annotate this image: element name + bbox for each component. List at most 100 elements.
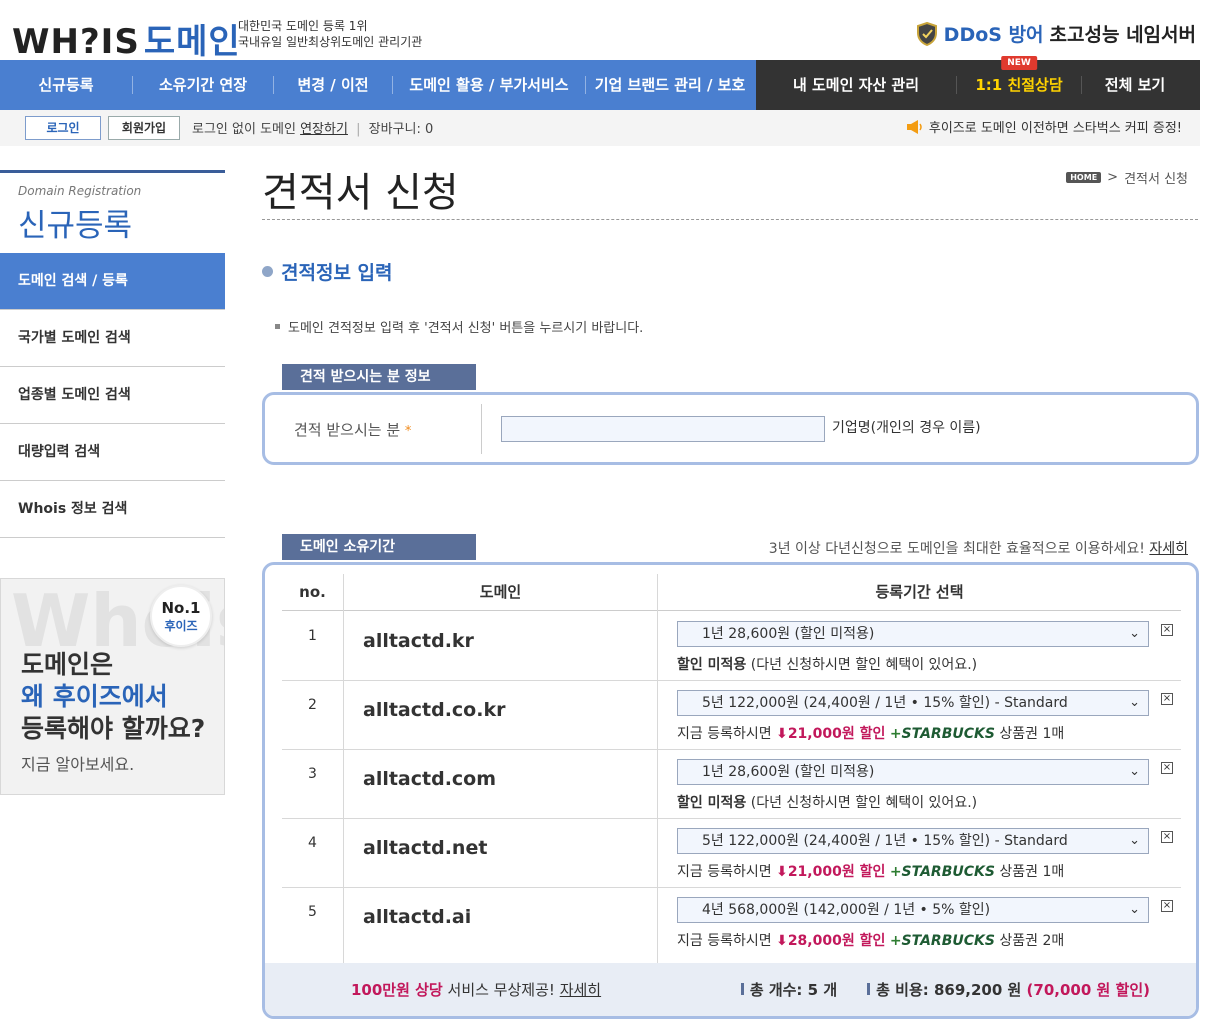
period-select[interactable]: 1년 28,600원 (할인 미적용) ⌄ (677, 759, 1149, 785)
row-no: 1 (308, 628, 317, 644)
remove-icon[interactable]: × (1161, 624, 1173, 636)
row-note: 할인 미적용 (다년 신청하시면 할인 혜택이 있어요.) (677, 654, 977, 674)
remove-icon[interactable]: × (1161, 831, 1173, 843)
tagline-line-2: 국내유일 일반최상위도메인 관리기관 (238, 35, 423, 49)
sidebar-item-industry-search[interactable]: 업종별 도메인 검색 (0, 367, 225, 424)
login-button[interactable]: 로그인 (25, 116, 101, 140)
nav-change-transfer[interactable]: 변경 / 이전 (274, 60, 392, 110)
table-row: 4 alltactd.net 5년 122,000원 (24,400원 / 1년… (282, 819, 1181, 888)
transfer-promo-text: 후이즈로 도메인 이전하면 스타벅스 커피 증정! (928, 121, 1182, 136)
recipient-section-tab: 견적 받으시는 분 정보 (282, 364, 476, 390)
recipient-hint: 기업명(개인의 경우 이름) (832, 420, 981, 436)
free-service-detail-link[interactable]: 자세히 (560, 981, 601, 999)
period-select[interactable]: 5년 122,000원 (24,400원 / 1년 • 15% 할인) - St… (677, 828, 1149, 854)
main-nav: 신규등록 소유기간 연장 변경 / 이전 도메인 활용 / 부가서비스 기업 브… (0, 56, 1200, 110)
free-service-highlight: 100만원 상당 (351, 981, 443, 999)
recipient-name-input[interactable] (501, 416, 825, 442)
badge-no1: No.1 (161, 599, 201, 617)
sidebar-item-whois-search[interactable]: Whois 정보 검색 (0, 481, 225, 538)
discount-amount: 28,000원 할인 (787, 933, 886, 949)
logo-text: WH?IS (12, 22, 140, 62)
extend-link[interactable]: 연장하기 (300, 122, 348, 137)
row-no: 3 (308, 766, 317, 782)
down-arrow-icon: ⬇ (776, 933, 788, 949)
remove-icon[interactable]: × (1161, 693, 1173, 705)
main-nav-dark: 내 도메인 자산 관리 NEW 1:1 친절상담 전체 보기 (756, 56, 1200, 110)
row-domain: alltactd.ai (363, 906, 472, 928)
transfer-promo[interactable]: 후이즈로 도메인 이전하면 스타벅스 커피 증정! (905, 117, 1182, 136)
multi-year-detail-link[interactable]: 자세히 (1149, 541, 1188, 557)
required-star: * (404, 424, 412, 439)
title-divider (262, 219, 1198, 220)
nav-view-all[interactable]: 전체 보기 (1082, 60, 1188, 110)
breadcrumb-home[interactable]: HOME (1066, 172, 1102, 183)
row-domain: alltactd.com (363, 768, 497, 790)
badge-brand: 후이즈 (164, 619, 198, 633)
section-title-text: 견적정보 입력 (281, 262, 393, 284)
plus-icon: + (889, 726, 902, 742)
shield-icon (916, 21, 937, 46)
discount-amount: 21,000원 할인 (787, 726, 886, 742)
sidebar-title: 신규등록 (18, 208, 133, 244)
starbucks-text: STARBUCKS (901, 933, 995, 949)
period-select[interactable]: 4년 568,000원 (142,000원 / 1년 • 5% 할인) ⌄ (677, 897, 1149, 923)
period-select[interactable]: 5년 122,000원 (24,400원 / 1년 • 15% 할인) - St… (677, 690, 1149, 716)
utility-divider: | (356, 122, 361, 137)
tagline-line-1: 대한민국 도메인 등록 1위 (238, 19, 368, 33)
sidebar-subtitle: Domain Registration (18, 184, 142, 198)
period-select-value: 5년 122,000원 (24,400원 / 1년 • 15% 할인) - St… (702, 695, 1068, 711)
nav-new-registration[interactable]: 신규등록 (0, 60, 132, 110)
discount-amount: 21,000원 할인 (787, 864, 886, 880)
total-count: 총 개수: 5 개 (740, 979, 838, 1000)
period-select-value: 1년 28,600원 (할인 미적용) (702, 626, 875, 642)
note-prefix: 지금 등록하시면 (677, 726, 772, 742)
instruction: 도메인 견적정보 입력 후 '견적서 신청' 버튼을 누르시기 바랍니다. (275, 317, 643, 336)
banner-line-1: 도메인은 (21, 650, 114, 679)
ddos-banner-link[interactable]: DDoS 방어 초고성능 네임서버 (916, 20, 1196, 47)
no1-badge: No.1 후이즈 (150, 585, 212, 647)
join-button[interactable]: 회원가입 (108, 116, 180, 140)
total-count-text: 총 개수: 5 개 (749, 981, 838, 999)
table-row: 3 alltactd.com 1년 28,600원 (할인 미적용) ⌄ × 할인… (282, 750, 1181, 819)
sidebar-item-bulk-search[interactable]: 대량입력 검색 (0, 424, 225, 481)
row-note: 지금 등록하시면 ⬇21,000원 할인 +STARBUCKS 상품권 1매 (677, 723, 1064, 743)
chevron-down-icon: ⌄ (1129, 902, 1140, 917)
nav-my-domains[interactable]: 내 도메인 자산 관리 (756, 60, 956, 110)
starbucks-text: STARBUCKS (901, 726, 995, 742)
period-select[interactable]: 1년 28,600원 (할인 미적용) ⌄ (677, 621, 1149, 647)
sidebar-item-domain-search[interactable]: 도메인 검색 / 등록 (0, 253, 225, 310)
row-domain: alltactd.kr (363, 630, 474, 652)
breadcrumb-current: 견적서 신청 (1124, 172, 1188, 187)
nav-extend[interactable]: 소유기간 연장 (133, 60, 273, 110)
note-rest: (다년 신청하시면 할인 혜택이 있어요.) (750, 795, 978, 811)
bar-icon (740, 983, 744, 995)
chevron-down-icon: ⌄ (1129, 764, 1140, 779)
voucher-text: 상품권 1매 (999, 726, 1065, 742)
remove-icon[interactable]: × (1161, 762, 1173, 774)
recipient-label: 견적 받으시는 분 * (294, 419, 411, 440)
starbucks-text: STARBUCKS (901, 864, 995, 880)
chevron-down-icon: ⌄ (1129, 695, 1140, 710)
nav-consult[interactable]: NEW 1:1 친절상담 (957, 56, 1081, 110)
recipient-divider (481, 404, 482, 454)
summary-totals: 총 개수: 5 개 총 비용: 869,200 원 (70,000 원 할인) (740, 979, 1150, 1000)
ddos-text: 초고성능 네임서버 (1049, 24, 1196, 46)
free-service-text: 서비스 무상제공! (447, 981, 555, 999)
multi-year-promo-text: 3년 이상 다년신청으로 도메인을 최대한 효율적으로 이용하세요! (768, 541, 1145, 557)
megaphone-icon (906, 119, 922, 134)
period-section-tab: 도메인 소유기간 (282, 534, 476, 560)
logo-ko-text: 도메인 (143, 22, 241, 62)
row-note: 지금 등록하시면 ⬇28,000원 할인 +STARBUCKS 상품권 2매 (677, 930, 1064, 950)
breadcrumb-sep: > (1107, 170, 1119, 185)
header-period: 등록기간 선택 (658, 574, 1181, 611)
nav-brand-protection[interactable]: 기업 브랜드 관리 / 보호 (586, 60, 754, 110)
whois-logo[interactable]: WH?IS 도메인 (12, 14, 241, 63)
nav-domain-services[interactable]: 도메인 활용 / 부가서비스 (393, 60, 585, 110)
plus-icon: + (889, 864, 902, 880)
row-no: 4 (308, 835, 317, 851)
row-domain: alltactd.co.kr (363, 699, 506, 721)
remove-icon[interactable]: × (1161, 900, 1173, 912)
row-note: 지금 등록하시면 ⬇21,000원 할인 +STARBUCKS 상품권 1매 (677, 861, 1064, 881)
sidebar-item-country-search[interactable]: 국가별 도메인 검색 (0, 310, 225, 367)
cart-link[interactable]: 장바구니: 0 (369, 122, 434, 137)
